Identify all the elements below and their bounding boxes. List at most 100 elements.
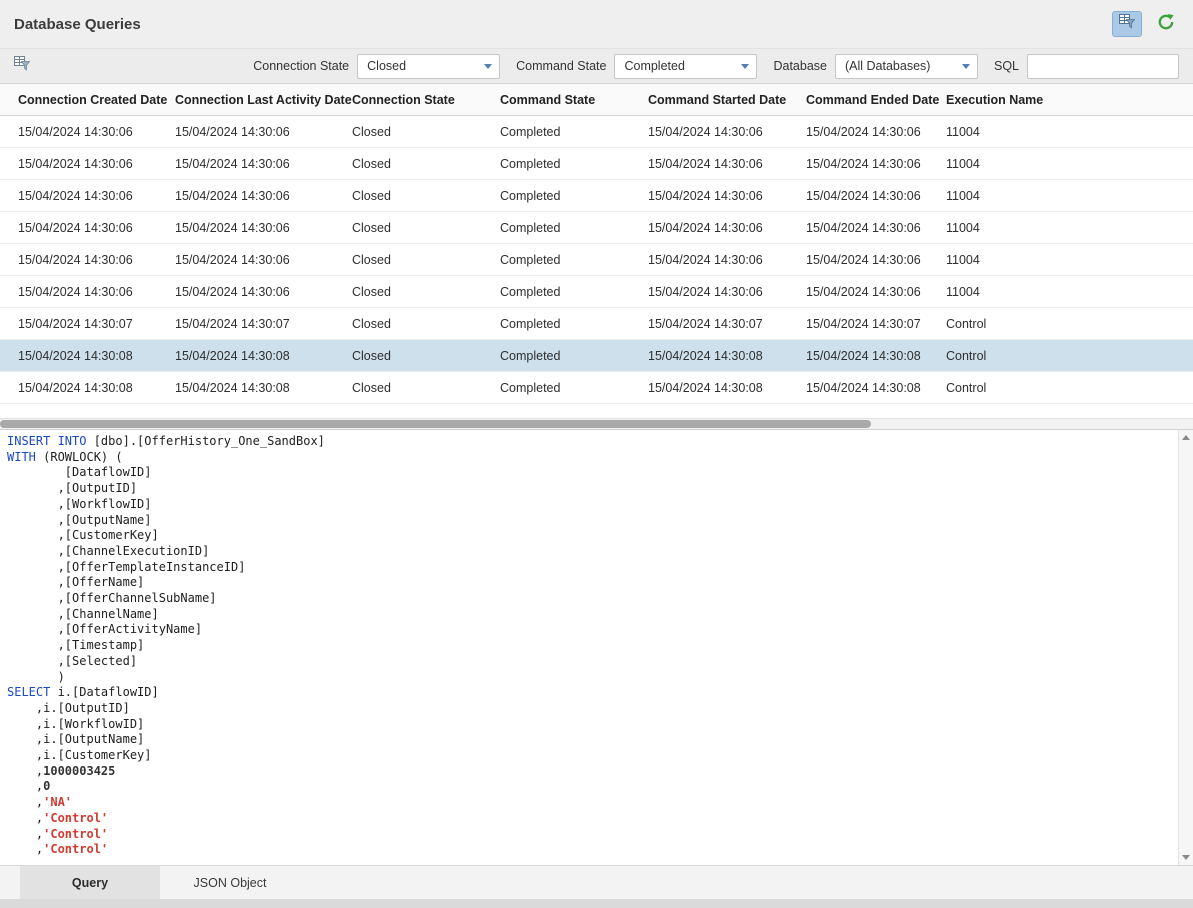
query-results-table: Connection Created Date Connection Last … (0, 84, 1193, 418)
database-select[interactable]: (All Databases) (835, 54, 978, 79)
table-cell: Closed (334, 381, 482, 395)
table-cell: 15/04/2024 14:30:07 (0, 317, 157, 331)
table-cell: Completed (482, 157, 630, 171)
table-cell: 15/04/2024 14:30:07 (157, 317, 334, 331)
table-row[interactable]: 15/04/2024 14:30:0815/04/2024 14:30:08Cl… (0, 372, 1193, 404)
tab-json-object[interactable]: JSON Object (160, 866, 300, 899)
funnel-table-icon (1119, 14, 1135, 34)
table-row[interactable]: 15/04/2024 14:30:0615/04/2024 14:30:06Cl… (0, 116, 1193, 148)
command-state-label: Command State (516, 59, 606, 73)
table-cell: 15/04/2024 14:30:06 (630, 157, 788, 171)
table-body: 15/04/2024 14:30:0615/04/2024 14:30:06Cl… (0, 116, 1193, 404)
page-title: Database Queries (14, 16, 141, 33)
connection-state-value: Closed (367, 59, 406, 73)
table-row[interactable]: 15/04/2024 14:30:0615/04/2024 14:30:06Cl… (0, 148, 1193, 180)
database-value: (All Databases) (845, 59, 930, 73)
table-cell: Completed (482, 125, 630, 139)
table-cell: 15/04/2024 14:30:06 (0, 125, 157, 139)
command-state-value: Completed (624, 59, 684, 73)
table-row[interactable]: 15/04/2024 14:30:0715/04/2024 14:30:07Cl… (0, 308, 1193, 340)
bottom-scrollbar-track[interactable] (0, 899, 1193, 908)
filter-toggle-button[interactable] (1112, 11, 1142, 37)
chevron-down-icon (962, 64, 970, 69)
table-cell: Completed (482, 381, 630, 395)
table-cell: 15/04/2024 14:30:08 (788, 381, 928, 395)
table-cell: Closed (334, 253, 482, 267)
horizontal-scrollbar-thumb[interactable] (0, 420, 871, 428)
table-cell: 15/04/2024 14:30:06 (157, 189, 334, 203)
table-cell: 15/04/2024 14:30:06 (0, 189, 157, 203)
table-cell: 15/04/2024 14:30:07 (788, 317, 928, 331)
column-header-connection-last-activity-date[interactable]: Connection Last Activity Date (157, 93, 334, 107)
column-header-command-state[interactable]: Command State (482, 93, 630, 107)
header-actions (1112, 11, 1181, 37)
table-cell: 15/04/2024 14:30:06 (788, 125, 928, 139)
table-cell: Closed (334, 189, 482, 203)
scroll-down-icon[interactable] (1182, 855, 1190, 860)
table-cell: Completed (482, 221, 630, 235)
table-row[interactable]: 15/04/2024 14:30:0815/04/2024 14:30:08Cl… (0, 340, 1193, 372)
table-cell: 15/04/2024 14:30:08 (0, 381, 157, 395)
table-cell: Closed (334, 221, 482, 235)
table-cell: Control (928, 349, 1193, 363)
table-row[interactable]: 15/04/2024 14:30:0615/04/2024 14:30:06Cl… (0, 212, 1193, 244)
table-cell: 15/04/2024 14:30:06 (157, 125, 334, 139)
table-cell: 15/04/2024 14:30:06 (630, 221, 788, 235)
table-cell: 15/04/2024 14:30:08 (0, 349, 157, 363)
table-cell: 15/04/2024 14:30:08 (157, 381, 334, 395)
table-row[interactable]: 15/04/2024 14:30:0615/04/2024 14:30:06Cl… (0, 180, 1193, 212)
table-row[interactable]: 15/04/2024 14:30:0615/04/2024 14:30:06Cl… (0, 276, 1193, 308)
table-cell: 15/04/2024 14:30:08 (157, 349, 334, 363)
filter-toolbar: Connection State Closed Command State Co… (0, 48, 1193, 84)
table-cell: 15/04/2024 14:30:08 (788, 349, 928, 363)
connection-state-select[interactable]: Closed (357, 54, 500, 79)
table-cell: Control (928, 381, 1193, 395)
table-cell: 15/04/2024 14:30:06 (630, 285, 788, 299)
table-row[interactable]: 15/04/2024 14:30:0615/04/2024 14:30:06Cl… (0, 244, 1193, 276)
table-cell: Completed (482, 317, 630, 331)
column-header-connection-state[interactable]: Connection State (334, 93, 482, 107)
filter-controls: Connection State Closed Command State Co… (245, 54, 1179, 79)
sql-filter-input[interactable] (1027, 54, 1179, 79)
table-cell: Completed (482, 285, 630, 299)
horizontal-scrollbar[interactable] (0, 418, 1193, 429)
column-header-connection-created-date[interactable]: Connection Created Date (0, 93, 157, 107)
command-state-select[interactable]: Completed (614, 54, 757, 79)
table-cell: 11004 (928, 125, 1193, 139)
table-cell: Closed (334, 125, 482, 139)
table-cell: 15/04/2024 14:30:06 (157, 157, 334, 171)
table-cell: 15/04/2024 14:30:06 (0, 285, 157, 299)
chevron-down-icon (741, 64, 749, 69)
table-header: Connection Created Date Connection Last … (0, 84, 1193, 116)
table-cell: 15/04/2024 14:30:06 (630, 125, 788, 139)
connection-state-label: Connection State (253, 59, 349, 73)
table-cell: 15/04/2024 14:30:06 (788, 221, 928, 235)
table-cell: Control (928, 317, 1193, 331)
table-cell: 15/04/2024 14:30:08 (630, 349, 788, 363)
tab-query[interactable]: Query (20, 866, 160, 899)
table-cell: Closed (334, 317, 482, 331)
table-cell: 15/04/2024 14:30:06 (0, 221, 157, 235)
table-cell: 15/04/2024 14:30:06 (0, 253, 157, 267)
refresh-icon (1157, 13, 1175, 36)
table-cell: 15/04/2024 14:30:06 (157, 221, 334, 235)
table-cell: Completed (482, 189, 630, 203)
table-cell: 11004 (928, 157, 1193, 171)
table-cell: 15/04/2024 14:30:06 (788, 285, 928, 299)
column-header-execution-name[interactable]: Execution Name (928, 93, 1193, 107)
refresh-button[interactable] (1151, 11, 1181, 37)
table-cell: 15/04/2024 14:30:06 (788, 189, 928, 203)
scroll-up-icon[interactable] (1182, 435, 1190, 440)
column-header-command-started-date[interactable]: Command Started Date (630, 93, 788, 107)
table-cell: 11004 (928, 253, 1193, 267)
database-queries-panel: Database Queries (0, 0, 1193, 908)
filter-icon[interactable] (14, 56, 30, 76)
table-cell: 15/04/2024 14:30:08 (630, 381, 788, 395)
table-cell: Completed (482, 253, 630, 267)
sql-code: INSERT INTO [dbo].[OfferHistory_One_Sand… (0, 430, 1193, 858)
vertical-scrollbar[interactable] (1178, 430, 1193, 865)
table-cell: Closed (334, 157, 482, 171)
table-cell: 15/04/2024 14:30:06 (157, 253, 334, 267)
column-header-command-ended-date[interactable]: Command Ended Date (788, 93, 928, 107)
table-cell: 15/04/2024 14:30:06 (788, 157, 928, 171)
